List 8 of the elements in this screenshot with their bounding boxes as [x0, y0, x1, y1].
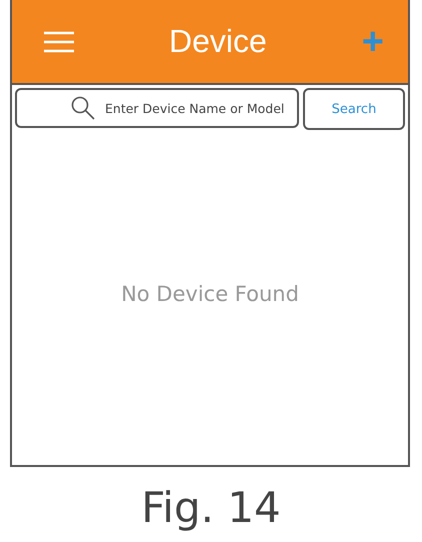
- menu-icon: [44, 30, 74, 52]
- menu-button[interactable]: [44, 30, 74, 52]
- screen-title: Device: [168, 23, 267, 60]
- search-icon: [71, 96, 95, 120]
- search-field[interactable]: Enter Device Name or Model: [15, 88, 299, 128]
- empty-message: No Device Found: [121, 282, 299, 306]
- search-button[interactable]: Search: [303, 88, 405, 130]
- figure-caption: Fig. 14: [140, 483, 282, 532]
